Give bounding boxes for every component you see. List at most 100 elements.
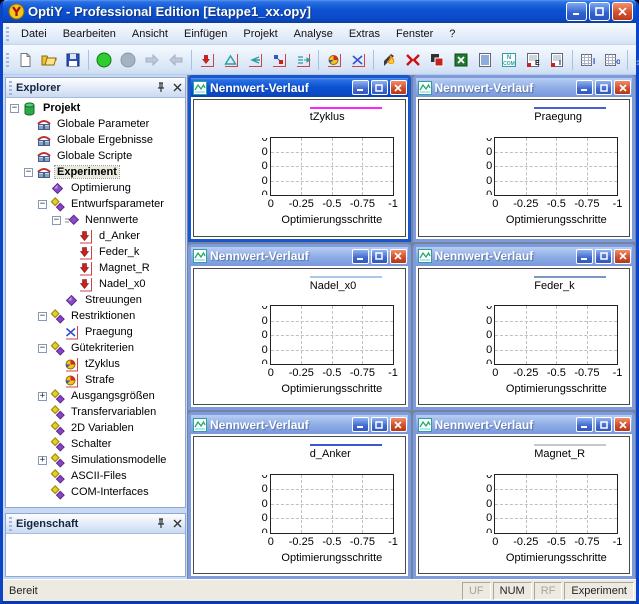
simulation-flame-button[interactable] bbox=[377, 48, 401, 71]
tree-item-d-anker[interactable]: d_Anker bbox=[6, 228, 185, 244]
insert-nennwert-button[interactable] bbox=[195, 48, 219, 71]
excel-export-button[interactable] bbox=[449, 48, 473, 71]
maximize-button[interactable] bbox=[595, 249, 612, 264]
menu-item-datei[interactable]: Datei bbox=[13, 25, 55, 43]
tree-item-praegung[interactable]: Praegung bbox=[6, 324, 185, 340]
close-button[interactable] bbox=[614, 417, 631, 432]
close-icon[interactable] bbox=[169, 516, 185, 531]
tree-item-optimierung[interactable]: Optimierung bbox=[6, 180, 185, 196]
ncom-button[interactable]: NCOM bbox=[497, 48, 521, 71]
i-document-button[interactable]: I bbox=[545, 48, 569, 71]
copy-squares-button[interactable] bbox=[425, 48, 449, 71]
collapse-expander[interactable]: − bbox=[38, 200, 47, 209]
insert-transfervariable-button[interactable] bbox=[243, 48, 267, 71]
tree-label: Magnet_R bbox=[97, 262, 152, 274]
report-document-button[interactable] bbox=[473, 48, 497, 71]
maximize-button[interactable] bbox=[371, 249, 388, 264]
child-titlebar[interactable]: Nennwert-Verlauf bbox=[191, 415, 408, 434]
abort-red-x-button[interactable] bbox=[401, 48, 425, 71]
close-icon[interactable] bbox=[169, 80, 185, 95]
e-document-button[interactable]: E bbox=[521, 48, 545, 71]
collapse-expander[interactable]: − bbox=[10, 104, 19, 113]
tree-item-globale-parameter[interactable]: Globale Parameter bbox=[6, 116, 185, 132]
eigenschaft-grip[interactable] bbox=[9, 517, 12, 531]
maximize-button[interactable] bbox=[371, 417, 388, 432]
start-button[interactable] bbox=[92, 48, 116, 71]
tree-item-restriktionen[interactable]: −Restriktionen bbox=[6, 308, 185, 324]
tree-item-nadel-x0[interactable]: Nadel_x0 bbox=[6, 276, 185, 292]
maximize-button[interactable] bbox=[595, 417, 612, 432]
tree-item-tzyklus[interactable]: tZyklus bbox=[6, 356, 185, 372]
tree-item-g-tekriterien[interactable]: −Gütekriterien bbox=[6, 340, 185, 356]
menu-item-extras[interactable]: Extras bbox=[341, 25, 388, 43]
minimize-button[interactable] bbox=[576, 417, 593, 432]
tree-item-simulationsmodelle[interactable]: +Simulationsmodelle bbox=[6, 452, 185, 468]
minimize-button[interactable] bbox=[566, 2, 587, 21]
menu-item-ansicht[interactable]: Ansicht bbox=[124, 25, 176, 43]
expand-expander[interactable]: + bbox=[38, 456, 47, 465]
tree-item-experiment[interactable]: −Experiment bbox=[6, 164, 185, 180]
menu-item-analyse[interactable]: Analyse bbox=[286, 25, 341, 43]
pin-icon[interactable] bbox=[153, 80, 169, 95]
minimize-button[interactable] bbox=[352, 80, 369, 95]
table-input-button[interactable]: I bbox=[576, 48, 600, 71]
insert-2d-variable-button[interactable] bbox=[267, 48, 291, 71]
tree-item-globale-ergebnisse[interactable]: Globale Ergebnisse bbox=[6, 132, 185, 148]
close-button[interactable] bbox=[390, 249, 407, 264]
tree-item-transfervariablen[interactable]: Transfervariablen bbox=[6, 404, 185, 420]
menu-item-einf-gen[interactable]: Einfügen bbox=[176, 25, 235, 43]
tree-item-ausgangsgr-en[interactable]: +Ausgangsgrößen bbox=[6, 388, 185, 404]
close-button[interactable] bbox=[614, 80, 631, 95]
insert-streuung-button[interactable] bbox=[219, 48, 243, 71]
insert-guetekriterium-button[interactable] bbox=[322, 48, 346, 71]
pin-icon[interactable] bbox=[153, 516, 169, 531]
close-button[interactable] bbox=[614, 249, 631, 264]
tree-item-2d-variablen[interactable]: 2D Variablen bbox=[6, 420, 185, 436]
insert-restriktion-button[interactable] bbox=[346, 48, 370, 71]
tree-item-ascii-files[interactable]: ASCII-Files bbox=[6, 468, 185, 484]
close-button[interactable] bbox=[390, 417, 407, 432]
maximize-button[interactable] bbox=[589, 2, 610, 21]
tree-item-entwurfsparameter[interactable]: −Entwurfsparameter bbox=[6, 196, 185, 212]
child-titlebar[interactable]: Nennwert-Verlauf bbox=[191, 78, 408, 97]
child-titlebar[interactable]: Nennwert-Verlauf bbox=[416, 247, 633, 266]
menu-item--[interactable]: ? bbox=[441, 25, 463, 43]
collapse-expander[interactable]: − bbox=[24, 168, 33, 177]
minimize-button[interactable] bbox=[352, 249, 369, 264]
collapse-expander[interactable]: − bbox=[38, 344, 47, 353]
tree-item-com-interfaces[interactable]: COM-Interfaces bbox=[6, 484, 185, 500]
new-document-button[interactable] bbox=[13, 48, 37, 71]
tree-item-schalter[interactable]: Schalter bbox=[6, 436, 185, 452]
menu-item-projekt[interactable]: Projekt bbox=[235, 25, 285, 43]
tree-item-globale-scripte[interactable]: Globale Scripte bbox=[6, 148, 185, 164]
child-titlebar[interactable]: Nennwert-Verlauf bbox=[416, 78, 633, 97]
tree-item-strafe[interactable]: Strafe bbox=[6, 372, 185, 388]
toolbar-grip[interactable] bbox=[6, 53, 9, 67]
minimize-button[interactable] bbox=[576, 80, 593, 95]
maximize-button[interactable] bbox=[595, 80, 612, 95]
tree-item-feder-k[interactable]: Feder_k bbox=[6, 244, 185, 260]
save-button[interactable] bbox=[61, 48, 85, 71]
tree-item-magnet-r[interactable]: Magnet_R bbox=[6, 260, 185, 276]
close-button[interactable] bbox=[612, 2, 633, 21]
collapse-expander[interactable]: − bbox=[38, 312, 47, 321]
titlebar[interactable]: OptiY - Professional Edition [Etappe1_xx… bbox=[3, 0, 636, 23]
menu-item-fenster[interactable]: Fenster bbox=[388, 25, 441, 43]
close-button[interactable] bbox=[390, 80, 407, 95]
tree-item-streuungen[interactable]: Streuungen bbox=[6, 292, 185, 308]
table-output-button[interactable]: o bbox=[600, 48, 624, 71]
tree-item-nennwerte[interactable]: −Nennwerte bbox=[6, 212, 185, 228]
expand-expander[interactable]: + bbox=[38, 392, 47, 401]
minimize-button[interactable] bbox=[352, 417, 369, 432]
open-folder-button[interactable] bbox=[37, 48, 61, 71]
tree-item-projekt[interactable]: −Projekt bbox=[6, 100, 185, 116]
menubar-grip[interactable] bbox=[6, 27, 9, 41]
child-titlebar[interactable]: Nennwert-Verlauf bbox=[416, 415, 633, 434]
maximize-button[interactable] bbox=[371, 80, 388, 95]
explorer-grip[interactable] bbox=[9, 81, 12, 95]
insert-ausgangsgroesse-button[interactable] bbox=[291, 48, 315, 71]
child-titlebar[interactable]: Nennwert-Verlauf bbox=[191, 247, 408, 266]
collapse-expander[interactable]: − bbox=[52, 216, 61, 225]
minimize-button[interactable] bbox=[576, 249, 593, 264]
menu-item-bearbeiten[interactable]: Bearbeiten bbox=[55, 25, 124, 43]
